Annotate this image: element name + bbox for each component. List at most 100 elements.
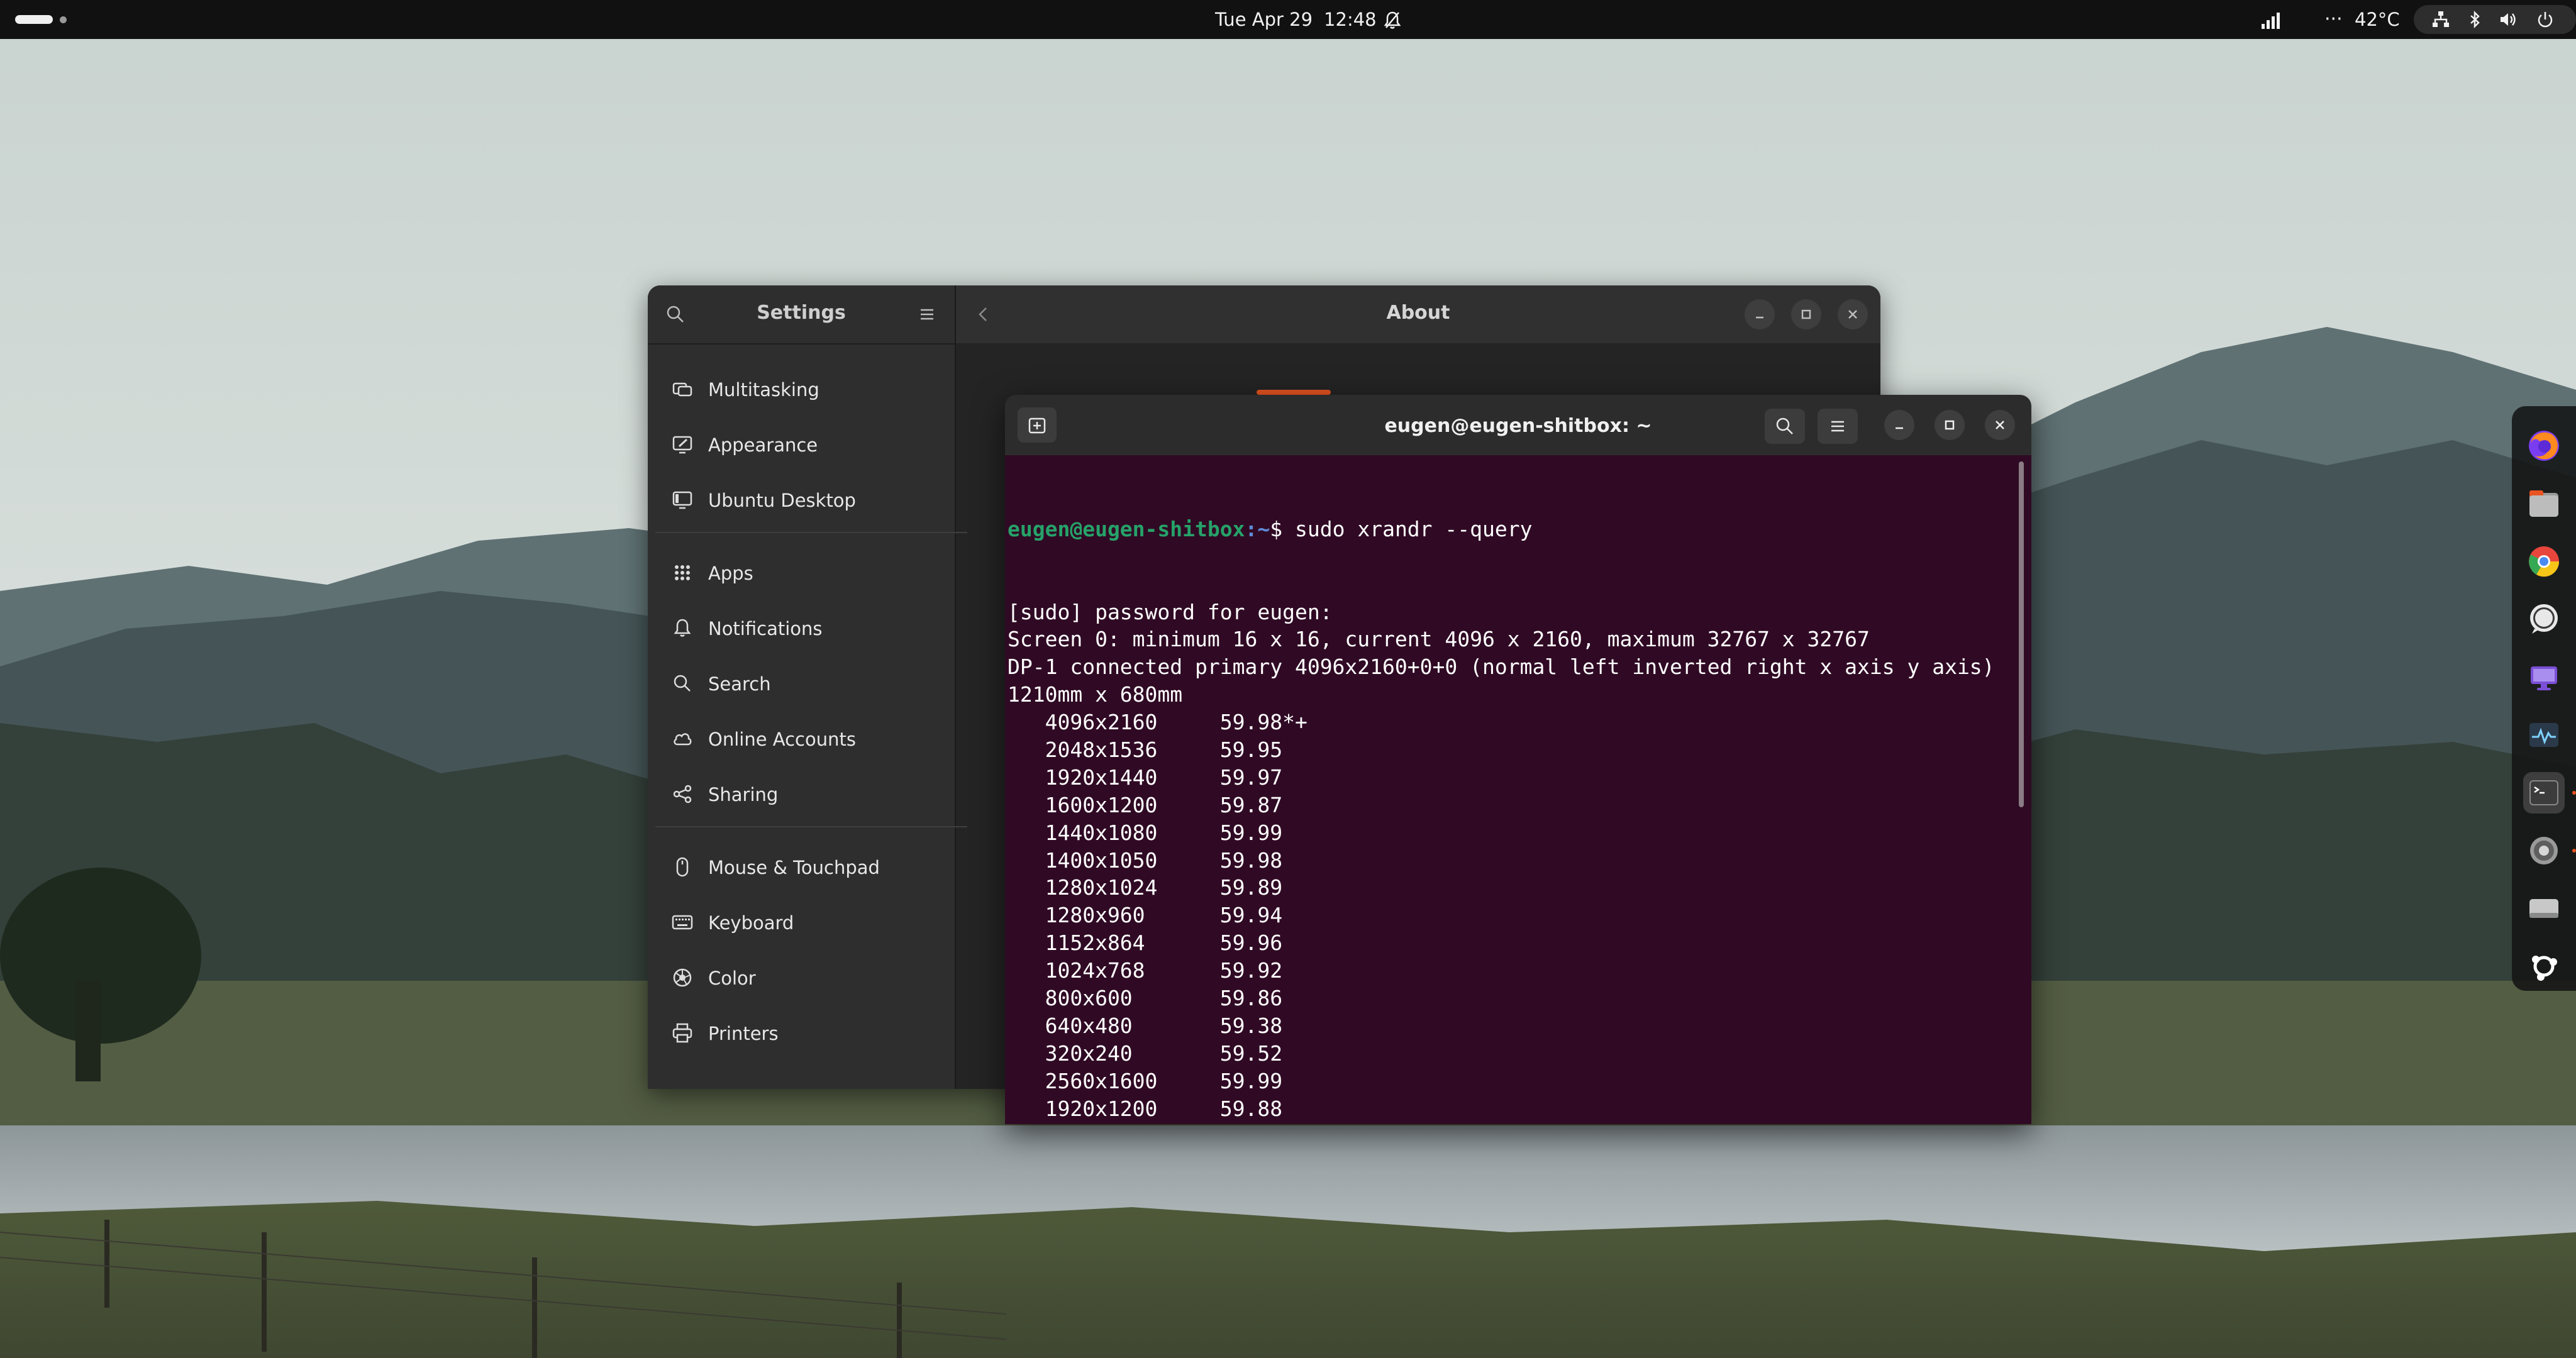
terminal-output-line: 1280x960 59.94 bbox=[1008, 903, 1283, 928]
terminal-output-line: 4096x2160 59.98*+ bbox=[1008, 710, 1307, 735]
notification-muted-icon bbox=[1384, 11, 1401, 29]
close-button[interactable] bbox=[1985, 410, 2015, 440]
maximize-button[interactable] bbox=[1935, 410, 1965, 440]
terminal-output-line: 1440x1080 59.99 bbox=[1008, 820, 1283, 845]
terminal-output-line: 1680x1050 59.95 bbox=[1008, 1122, 1995, 1124]
clock-time: 12:48 bbox=[1324, 9, 1377, 30]
terminal-output-line: 1210mm x 680mm bbox=[1008, 682, 1183, 707]
clock[interactable]: Tue Apr 29 12:48 bbox=[1215, 8, 1388, 31]
dock-chromium[interactable] bbox=[2523, 541, 2565, 582]
sidebar-item-label: Search bbox=[708, 673, 771, 695]
minimize-button[interactable] bbox=[1745, 299, 1775, 329]
terminal-output-line: 1152x864 59.96 bbox=[1008, 930, 1283, 956]
settings-content-header: About bbox=[956, 285, 1880, 343]
sidebar-item-label: Printers bbox=[708, 1023, 779, 1044]
cloud-icon bbox=[674, 733, 692, 746]
dock-system-monitor[interactable] bbox=[2523, 714, 2565, 756]
dock-chat[interactable] bbox=[2523, 599, 2565, 640]
dock-files[interactable] bbox=[2523, 483, 2565, 524]
search-icon bbox=[1776, 417, 1793, 434]
terminal-output-line: DP-1 connected primary 4096x2160+0+0 (no… bbox=[1008, 654, 1995, 680]
maximize-icon bbox=[1801, 309, 1811, 319]
dock bbox=[2512, 406, 2576, 991]
firefox-icon bbox=[2529, 431, 2559, 461]
close-icon bbox=[1848, 310, 1857, 319]
dock-screen[interactable] bbox=[2523, 656, 2565, 698]
screen-icon bbox=[2531, 666, 2557, 690]
system-menu-button[interactable] bbox=[2414, 5, 2576, 34]
terminal-output-line: 1920x1440 59.97 bbox=[1008, 765, 1283, 790]
sidebar-item-label: Ubuntu Desktop bbox=[708, 490, 856, 511]
sidebar-item-keyboard[interactable]: Keyboard bbox=[648, 897, 955, 949]
terminal-output-line: 800x600 59.86 bbox=[1008, 985, 1283, 1010]
sidebar-item-color[interactable]: Color bbox=[648, 952, 955, 1005]
minimize-button[interactable] bbox=[1884, 410, 1914, 440]
terminal-output-line: 1920x1200 59.88 bbox=[1008, 1096, 1283, 1121]
terminal-output-line: 1600x1200 59.87 bbox=[1008, 792, 1283, 817]
command-text: sudo xrandr --query bbox=[1295, 516, 1533, 541]
settings-sidebar-header: Settings bbox=[648, 285, 955, 345]
sidebar-item-label: Apps bbox=[708, 563, 753, 584]
workspace-indicator[interactable] bbox=[60, 16, 67, 23]
sidebar-item-mouse-touchpad[interactable]: Mouse & Touchpad bbox=[648, 841, 955, 894]
sidebar-item-printers[interactable]: Printers bbox=[648, 1007, 955, 1060]
sidebar-item-online-accounts[interactable]: Online Accounts bbox=[648, 713, 955, 766]
sidebar-item-appearance[interactable]: Appearance bbox=[648, 419, 955, 472]
dock-firefox[interactable] bbox=[2523, 425, 2565, 466]
terminal-output-line: 640x480 59.38 bbox=[1008, 1013, 1283, 1038]
page-title: About bbox=[1386, 302, 1450, 324]
dock-drive[interactable] bbox=[2523, 888, 2565, 929]
keyboard-icon bbox=[672, 915, 693, 930]
terminal-menu-button[interactable] bbox=[1818, 409, 1858, 444]
signal-icon[interactable] bbox=[2260, 11, 2280, 29]
terminal-title: eugen@eugen-shitbox: ~ bbox=[1384, 415, 1652, 437]
sidebar-item-notifications[interactable]: Notifications bbox=[648, 602, 955, 655]
close-button[interactable] bbox=[1838, 299, 1868, 329]
mouse-icon bbox=[676, 857, 689, 877]
maximize-icon bbox=[1945, 420, 1955, 430]
sidebar-item-apps[interactable]: Apps bbox=[648, 547, 955, 600]
hamburger-menu-icon[interactable] bbox=[917, 304, 937, 324]
terminal-window[interactable]: eugen@eugen-shitbox: ~ eugen@eugen-shitb… bbox=[1005, 395, 2031, 1124]
chromium-icon bbox=[2529, 546, 2560, 577]
bluetooth-icon bbox=[2470, 10, 2480, 29]
appearance-icon bbox=[672, 436, 692, 454]
apps-icon bbox=[675, 565, 690, 580]
terminal-output-line: 2048x1536 59.95 bbox=[1008, 737, 1283, 762]
terminal-output-line: 1280x1024 59.89 bbox=[1008, 875, 1283, 900]
sidebar-item-multitasking[interactable]: Multitasking bbox=[648, 363, 955, 416]
prompt-path: :~ bbox=[1245, 516, 1270, 541]
terminal-output[interactable]: eugen@eugen-shitbox:~$ sudo xrandr --que… bbox=[1005, 455, 2031, 1124]
dock-settings[interactable] bbox=[2523, 830, 2565, 871]
terminal-text: eugen@eugen-shitbox:~$ sudo xrandr --que… bbox=[1008, 460, 1995, 1124]
sidebar-item-search[interactable]: Search bbox=[648, 658, 955, 710]
sidebar-item-label: Multitasking bbox=[708, 379, 819, 400]
sidebar-item-label: Sharing bbox=[708, 784, 779, 805]
network-icon bbox=[2433, 11, 2449, 27]
close-icon bbox=[1996, 421, 2004, 429]
sidebar-item-sharing[interactable]: Sharing bbox=[648, 768, 955, 821]
dock-terminal[interactable] bbox=[2523, 772, 2565, 814]
terminal-output-line: Screen 0: minimum 16 x 16, current 4096 … bbox=[1008, 627, 1870, 652]
prompt-line: eugen@eugen-shitbox:~$ sudo xrandr --que… bbox=[1008, 516, 1995, 543]
workspace-indicator-active[interactable] bbox=[15, 15, 53, 24]
drive-icon bbox=[2529, 899, 2558, 918]
settings-icon bbox=[2530, 837, 2558, 864]
terminal-search-button[interactable] bbox=[1765, 409, 1805, 444]
temperature-indicator[interactable]: 42°C bbox=[2355, 8, 2400, 31]
sidebar-item-label: Online Accounts bbox=[708, 729, 856, 750]
sidebar-separator bbox=[655, 532, 967, 533]
volume-icon bbox=[2501, 13, 2516, 26]
maximize-button[interactable] bbox=[1791, 299, 1821, 329]
terminal-output-line: 320x240 59.52 bbox=[1008, 1041, 1283, 1066]
sidebar-item-label: Appearance bbox=[708, 434, 818, 456]
hamburger-menu-icon bbox=[1831, 421, 1844, 432]
settings-title: Settings bbox=[757, 302, 846, 324]
overflow-menu-icon[interactable]: ··· bbox=[2324, 8, 2343, 31]
sidebar-item-ubuntu-desktop[interactable]: Ubuntu Desktop bbox=[648, 474, 955, 527]
notifications-icon bbox=[674, 619, 691, 637]
dock-show-apps[interactable] bbox=[2523, 946, 2565, 987]
power-icon bbox=[2538, 12, 2553, 28]
share-icon bbox=[673, 785, 692, 803]
terminal-scrollbar[interactable] bbox=[2019, 461, 2024, 807]
